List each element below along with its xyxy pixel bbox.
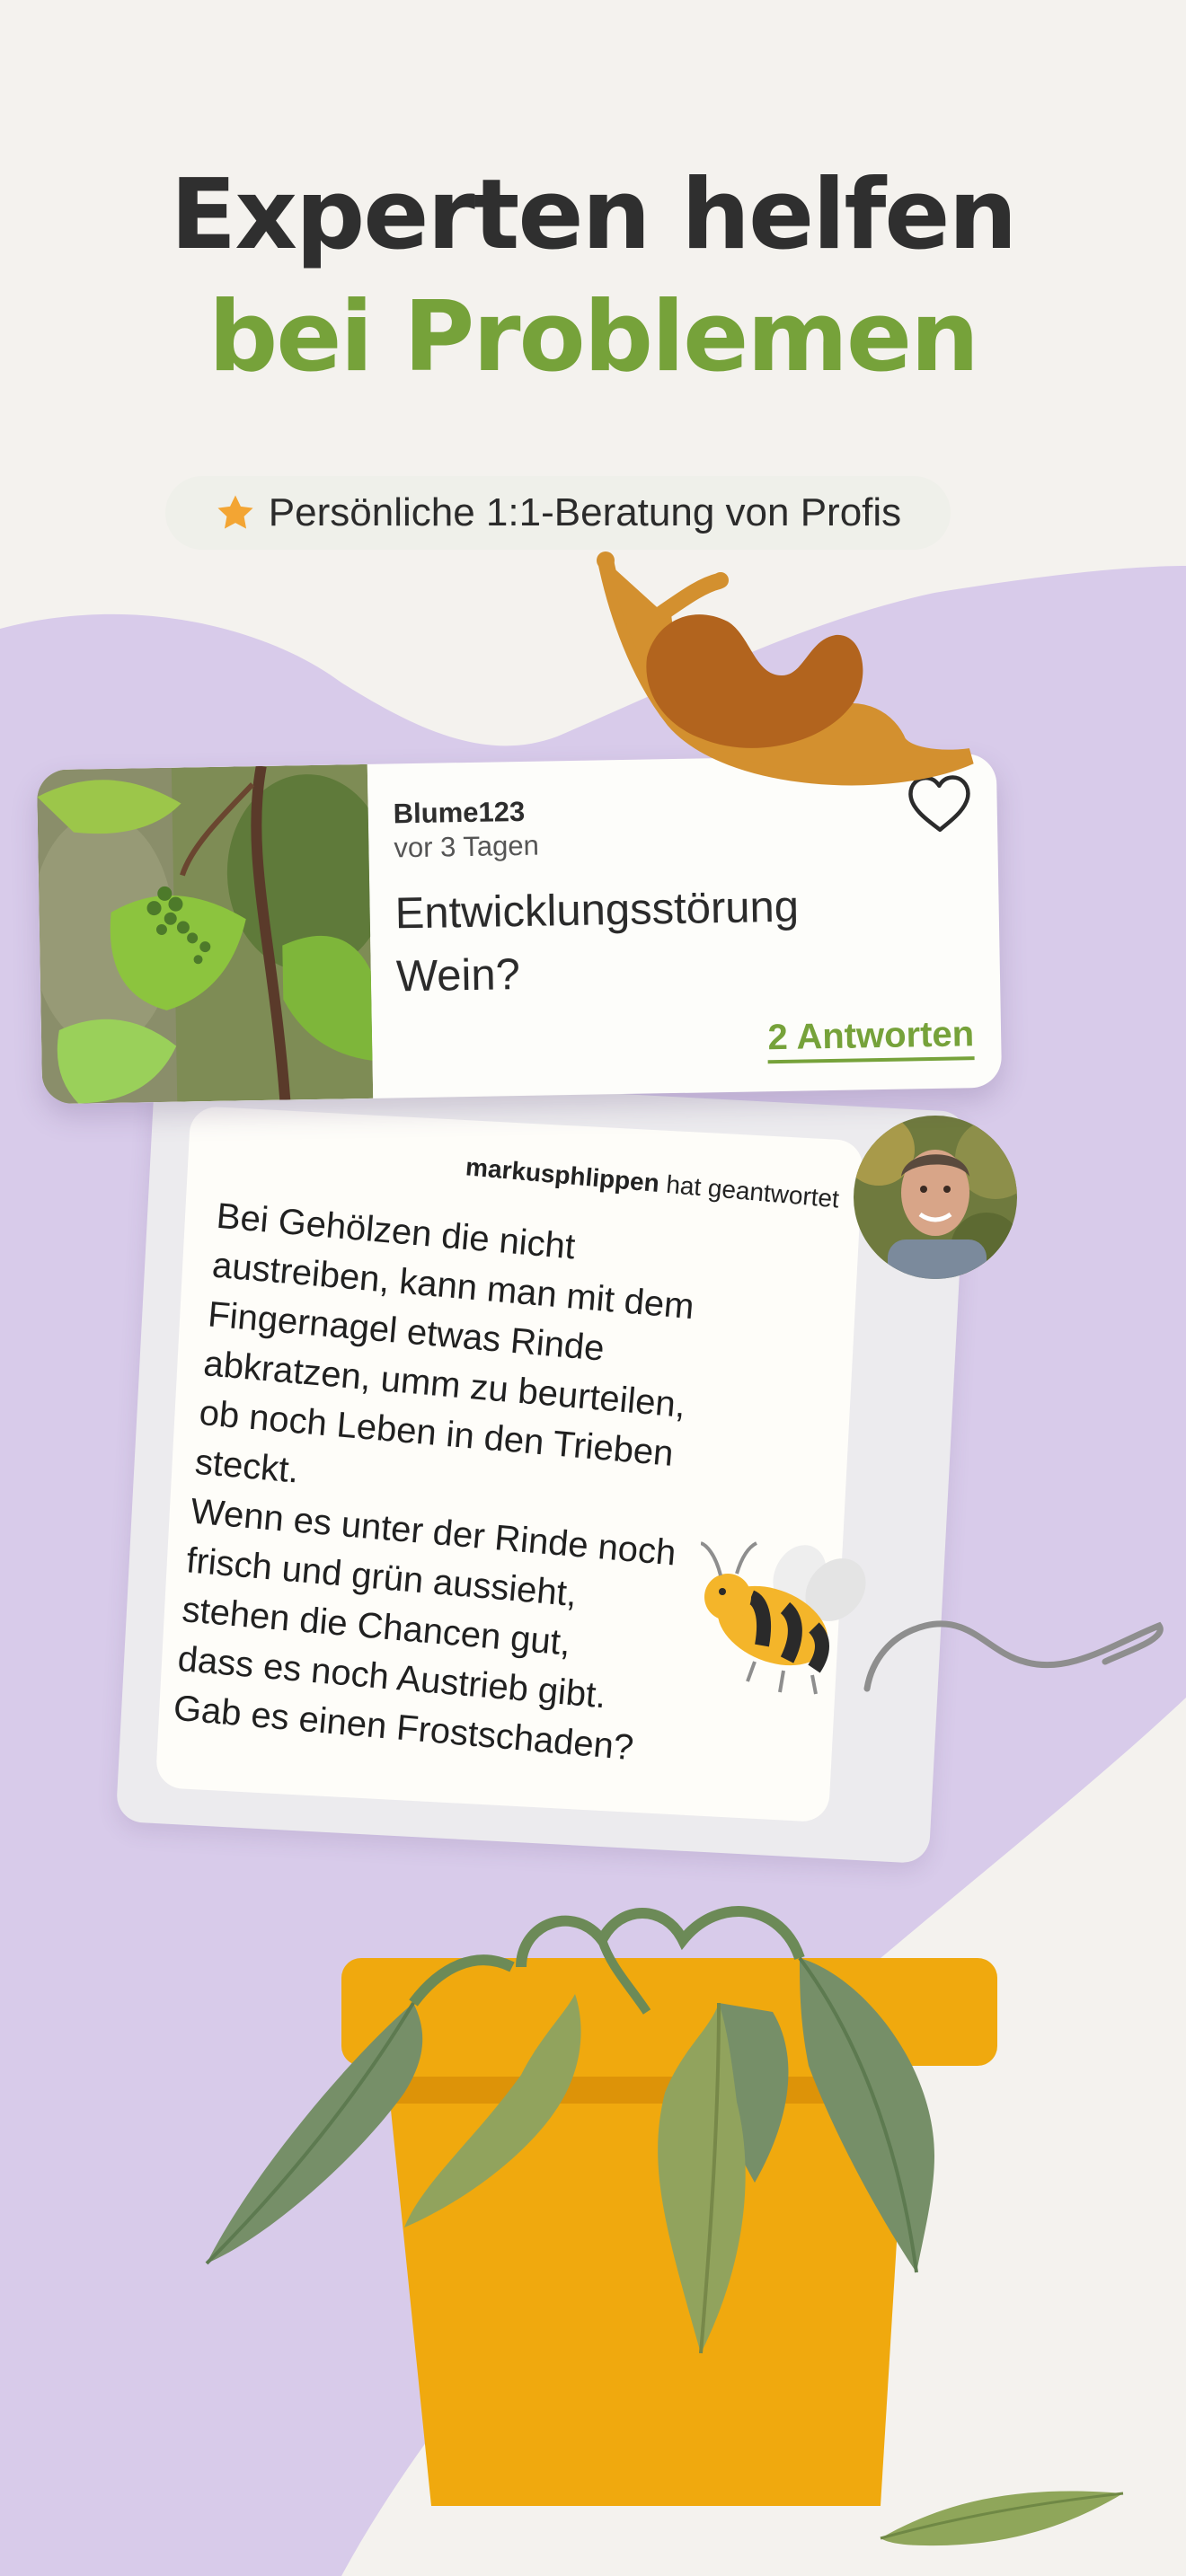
headline-line2: bei Problemen (208, 281, 979, 393)
question-timestamp: vor 3 Tagen (394, 829, 540, 864)
question-username[interactable]: Blume123 (393, 796, 525, 831)
question-title[interactable]: Entwicklungsstörung Wein? (394, 874, 899, 1009)
answer-author: markusphlippen (465, 1152, 661, 1198)
bee-illustration (701, 1541, 1164, 1695)
expert-avatar[interactable] (852, 1114, 1019, 1281)
answer-action: hat geantwortet (665, 1169, 841, 1213)
leaf-illustration (880, 2491, 1124, 2546)
headline-line1: Experten helfen (170, 159, 1018, 271)
snail-illustration (597, 551, 974, 786)
feature-pill: Persönliche 1:1-Beratung von Profis (165, 476, 951, 550)
screen: Experten helfen bei Problemen Persönlich… (0, 0, 1186, 2576)
plant-pot-illustration (205, 1906, 997, 2506)
answers-link[interactable]: 2 Antworten (767, 1014, 975, 1064)
star-icon (217, 495, 253, 529)
answer-card[interactable]: markusphlippen hat geantwortet Bei Gehöl… (115, 1069, 969, 1865)
grapevine-photo (36, 763, 374, 1105)
feature-pill-label: Persönliche 1:1-Beratung von Profis (268, 490, 902, 534)
